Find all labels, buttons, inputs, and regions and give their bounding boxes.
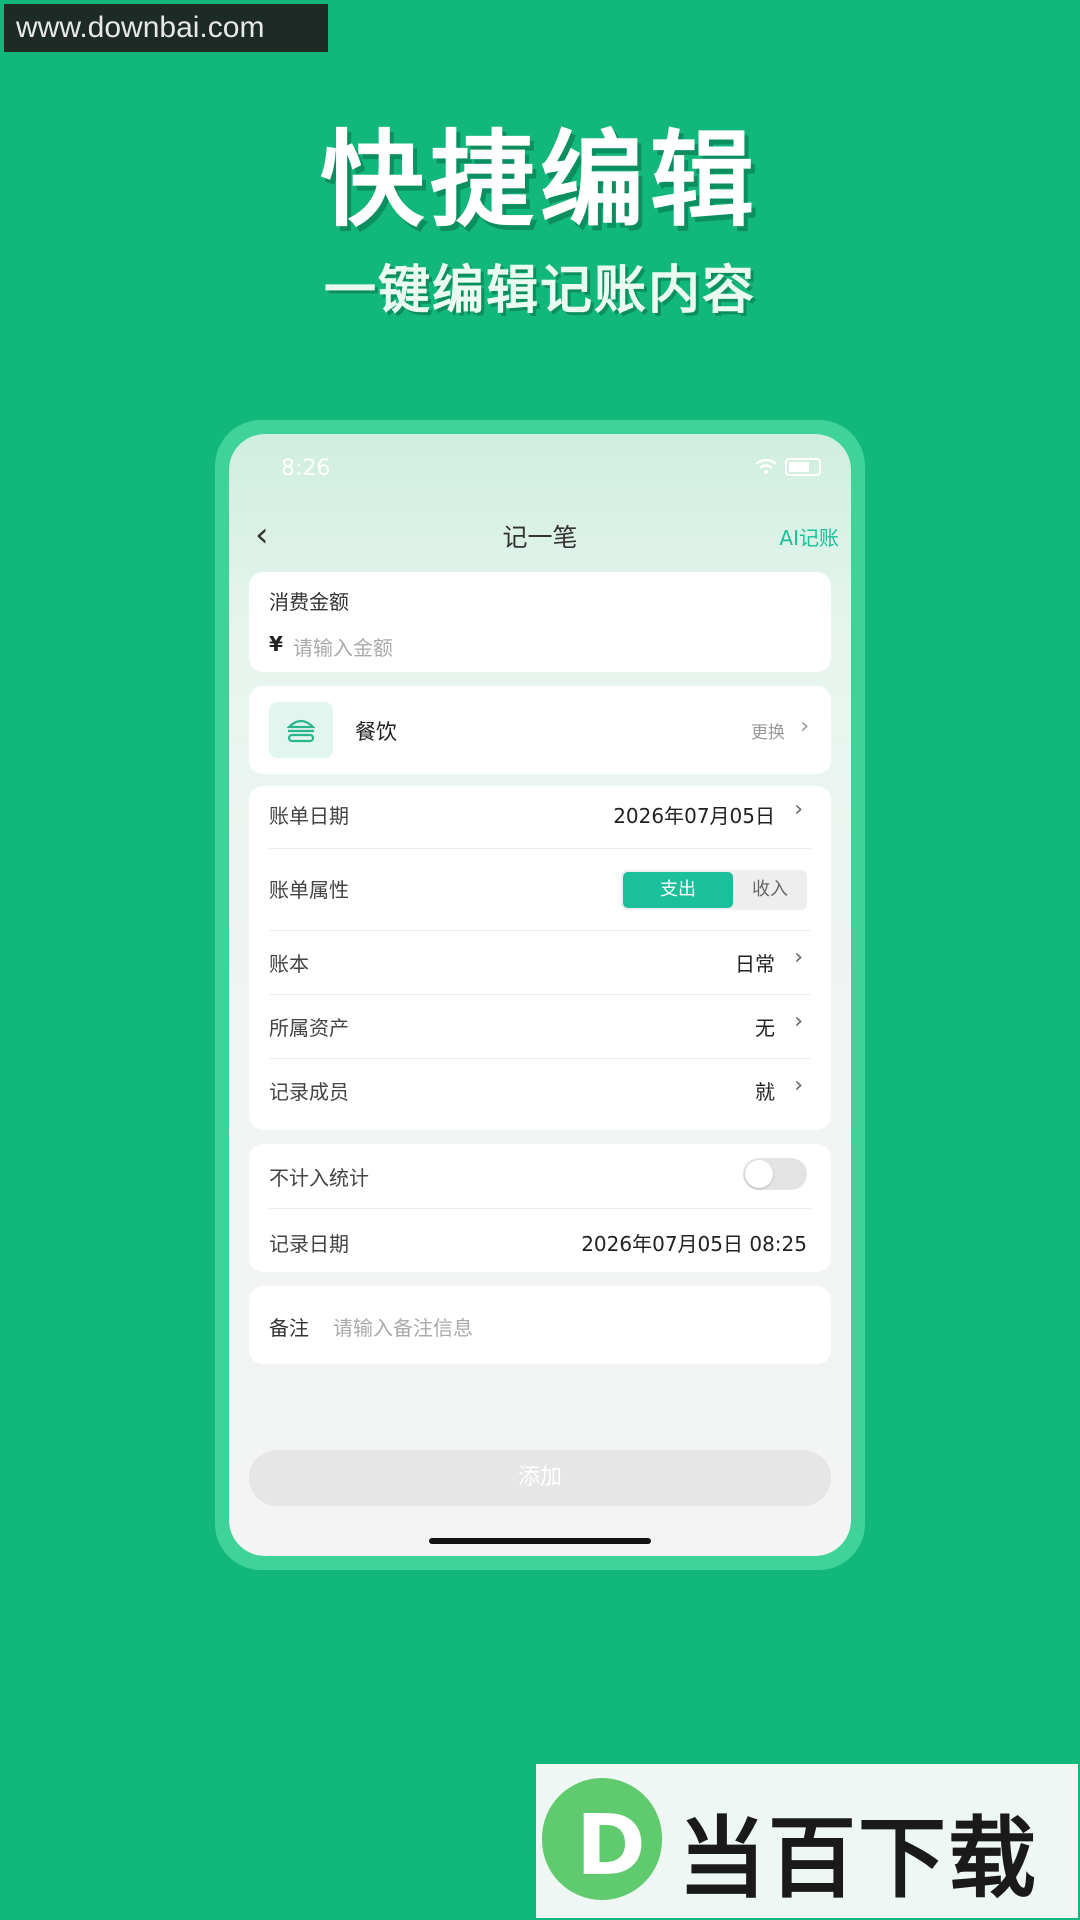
category-card[interactable]: 餐饮 更换 › [249,686,831,774]
exclude-stats-label: 不计入统计 [269,1166,369,1190]
amount-card: 消费金额 ¥ 请输入金额 [249,572,831,672]
record-date-label: 记录日期 [269,1232,349,1256]
site-logo: D 当百下载 [536,1764,1078,1918]
divider [269,848,811,849]
promo-subtitle: 一键编辑记账内容 [323,261,756,321]
status-bar: 8:26 [281,456,821,486]
member-value[interactable]: 就 [755,1076,775,1105]
change-category-button[interactable]: 更换 [751,718,785,743]
book-label: 账本 [269,952,309,976]
exclude-stats-switch[interactable] [743,1158,807,1190]
bill-type-label: 账单属性 [269,878,349,902]
amount-input[interactable]: 请输入金额 [293,632,393,661]
ai-bookkeeping-button[interactable]: AI记账 [779,522,839,551]
switch-knob [745,1160,773,1188]
add-button[interactable]: 添加 [249,1450,831,1506]
bill-date-label: 账单日期 [269,804,349,828]
book-value[interactable]: 日常 [735,948,775,977]
note-label: 备注 [269,1316,309,1340]
logo-letter: D [576,1796,646,1894]
amount-label: 消费金额 [269,590,349,614]
status-icons [755,458,821,476]
income-option[interactable]: 收入 [733,872,807,908]
logo-mark: D [542,1778,662,1900]
bill-type-toggle: 支出 收入 [621,870,807,910]
chevron-right-icon: › [794,1009,803,1034]
phone-frame: 8:26 ‹ 记一笔 AI记账 消费金额 ¥ 请输入金额 餐饮 更换 › 账单日… [215,420,865,1570]
battery-icon [785,458,821,476]
member-label: 记录成员 [269,1080,349,1104]
watermark: www.downbai.com [4,4,328,52]
phone-screen: 8:26 ‹ 记一笔 AI记账 消费金额 ¥ 请输入金额 餐饮 更换 › 账单日… [229,434,851,1556]
promo-title: 快捷编辑 [319,119,760,241]
page-title: 记一笔 [502,523,578,552]
note-input[interactable]: 请输入备注信息 [333,1312,473,1341]
bill-date-value[interactable]: 2026年07月05日 [613,800,775,829]
wifi-icon [755,459,777,474]
record-date-value[interactable]: 2026年07月05日 08:25 [581,1228,807,1257]
status-time: 8:26 [281,456,331,481]
stats-card: 不计入统计 记录日期 2026年07月05日 08:25 [249,1144,831,1272]
currency-symbol: ¥ [269,632,283,656]
asset-value[interactable]: 无 [755,1012,775,1041]
category-icon-box [269,702,333,758]
category-name: 餐饮 [355,720,397,744]
chevron-right-icon: › [794,797,803,822]
expense-option[interactable]: 支出 [623,872,733,908]
note-card: 备注 请输入备注信息 [249,1286,831,1364]
divider [269,930,811,931]
chevron-right-icon: › [794,1073,803,1098]
details-card: 账单日期 2026年07月05日 › 账单属性 支出 收入 账本 日常 › 所属… [249,786,831,1130]
divider [269,1208,811,1209]
asset-label: 所属资产 [269,1016,349,1040]
chevron-right-icon: › [800,714,809,739]
home-indicator [429,1538,651,1544]
divider [269,994,811,995]
burger-icon [286,719,316,743]
nav-bar: ‹ 记一笔 AI记账 [229,512,851,562]
logo-text: 当百下载 [678,1807,1039,1910]
chevron-right-icon: › [794,945,803,970]
divider [269,1058,811,1059]
